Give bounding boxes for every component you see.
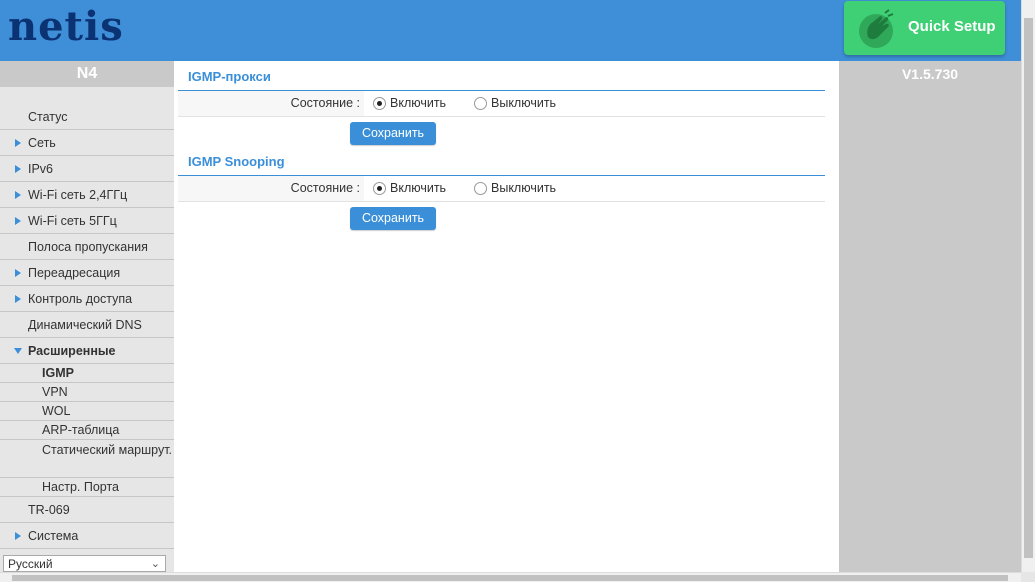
igmp-snooping-enable-radio[interactable] — [373, 182, 386, 195]
sidebar-item-status[interactable]: Статус — [0, 104, 174, 130]
submenu-item-igmp[interactable]: IGMP — [0, 364, 174, 383]
arrow-right-icon — [15, 165, 21, 173]
sidebar-item-label: Wi-Fi сеть 2,4ГГц — [28, 188, 128, 202]
main-content: IGMP-прокси Состояние : Включить Выключи… — [174, 61, 839, 572]
submenu-item-label: ARP-таблица — [42, 423, 120, 437]
sidebar-submenu-advanced: IGMP VPN WOL ARP-таблица Статический мар… — [0, 364, 174, 497]
arrow-right-icon — [15, 269, 21, 277]
igmp-proxy-save-button[interactable]: Сохранить — [350, 122, 436, 145]
sidebar-item-ddns[interactable]: Динамический DNS — [0, 312, 174, 338]
radio-selected-dot — [377, 101, 382, 106]
sidebar-item-advanced[interactable]: Расширенные — [0, 338, 174, 364]
igmp-proxy-state-row: Состояние : Включить Выключить — [178, 91, 825, 117]
igmp-snooping-save-button[interactable]: Сохранить — [350, 207, 436, 230]
arrow-right-icon — [15, 532, 21, 540]
firmware-version: V1.5.730 — [901, 66, 959, 82]
igmp-snooping-state-row: Состояние : Включить Выключить — [178, 176, 825, 202]
enable-label: Включить — [390, 181, 447, 195]
submenu-item-label: IGMP — [42, 366, 74, 380]
submenu-item-label: VPN — [42, 385, 68, 399]
language-select[interactable]: Русский ⌄ — [3, 555, 166, 572]
sidebar-item-label: Расширенные — [28, 344, 116, 358]
section-title-igmp-snooping: IGMP Snooping — [188, 154, 285, 169]
section-title-igmp-proxy: IGMP-прокси — [188, 69, 271, 84]
sidebar-item-label: Контроль доступа — [28, 292, 133, 306]
quick-setup-button[interactable]: Quick Setup — [844, 1, 1005, 55]
submenu-item-vpn[interactable]: VPN — [0, 383, 174, 402]
igmp-snooping-disable-radio[interactable] — [474, 182, 487, 195]
arrow-right-icon — [15, 139, 21, 147]
sidebar-item-label: Wi-Fi сеть 5ГГц — [28, 214, 117, 228]
header-bar: netis Quick Setup — [0, 0, 1021, 61]
sidebar-item-wifi-24[interactable]: Wi-Fi сеть 2,4ГГц — [0, 182, 174, 208]
vertical-scrollbar[interactable] — [1021, 0, 1035, 572]
submenu-item-arp-table[interactable]: ARP-таблица — [0, 421, 174, 440]
version-panel: V1.5.730 — [839, 61, 1021, 572]
arrow-down-icon — [14, 348, 22, 354]
sidebar-menu: Статус Сеть IPv6 Wi-Fi сеть 2,4ГГц Wi-Fi… — [0, 104, 174, 364]
submenu-item-label: WOL — [42, 404, 71, 418]
sidebar-item-tr069[interactable]: TR-069 — [0, 497, 174, 523]
state-label: Состояние : — [178, 176, 364, 201]
igmp-proxy-enable-radio[interactable] — [373, 97, 386, 110]
submenu-item-static-route[interactable]: Статический маршрут. — [0, 440, 174, 478]
horizontal-scrollbar-thumb[interactable] — [12, 575, 1008, 581]
arrow-right-icon — [15, 217, 21, 225]
submenu-item-wol[interactable]: WOL — [0, 402, 174, 421]
sidebar-item-ipv6[interactable]: IPv6 — [0, 156, 174, 182]
chevron-down-icon: ⌄ — [150, 558, 160, 570]
radio-selected-dot — [377, 186, 382, 191]
submenu-item-port-settings[interactable]: Настр. Порта — [0, 478, 174, 497]
igmp-proxy-disable-radio[interactable] — [474, 97, 487, 110]
sidebar-item-network[interactable]: Сеть — [0, 130, 174, 156]
sidebar: N4 Статус Сеть IPv6 Wi-Fi сеть 2,4ГГц Wi… — [0, 61, 174, 572]
model-name: N4 — [0, 61, 174, 87]
sidebar-item-system[interactable]: Система — [0, 523, 174, 549]
sidebar-item-forwarding[interactable]: Переадресация — [0, 260, 174, 286]
submenu-item-label: Настр. Порта — [42, 480, 120, 494]
netis-logo[interactable]: netis — [8, 2, 124, 52]
arrow-right-icon — [15, 191, 21, 199]
sidebar-item-access-control[interactable]: Контроль доступа — [0, 286, 174, 312]
sidebar-item-label: Переадресация — [28, 266, 121, 280]
disable-label: Выключить — [491, 181, 557, 195]
sidebar-item-wifi-5[interactable]: Wi-Fi сеть 5ГГц — [0, 208, 174, 234]
sidebar-item-label: Система — [28, 529, 79, 543]
sidebar-item-label: TR-069 — [28, 503, 70, 517]
language-select-value: Русский — [8, 557, 53, 571]
arrow-right-icon — [15, 295, 21, 303]
quick-setup-label: Quick Setup — [908, 18, 996, 35]
sidebar-item-bandwidth[interactable]: Полоса пропускания — [0, 234, 174, 260]
submenu-item-label: Статический маршрут. — [42, 443, 173, 457]
sidebar-item-label: Статус — [28, 110, 68, 124]
enable-label: Включить — [390, 96, 447, 110]
disable-label: Выключить — [491, 96, 557, 110]
state-label: Состояние : — [178, 91, 364, 116]
scrollbar-corner — [1021, 572, 1035, 582]
sidebar-item-label: IPv6 — [28, 162, 54, 176]
sidebar-item-label: Полоса пропускания — [28, 240, 148, 254]
sidebar-menu-bottom: TR-069 Система — [0, 497, 174, 549]
vertical-scrollbar-thumb[interactable] — [1024, 18, 1033, 558]
horizontal-scrollbar[interactable] — [0, 572, 1021, 582]
sidebar-item-label: Сеть — [28, 136, 56, 150]
hand-wave-icon — [859, 9, 894, 48]
sidebar-item-label: Динамический DNS — [28, 318, 142, 332]
